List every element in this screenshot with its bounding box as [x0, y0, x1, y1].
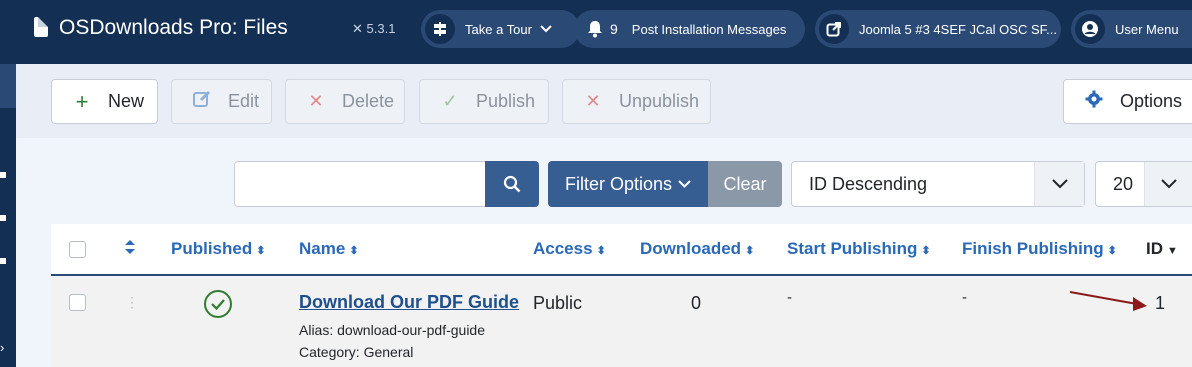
unpublish-label: Unpublish	[619, 91, 700, 111]
ordering-value: ID Descending	[809, 173, 928, 194]
toolbar: + New Edit ✕ Delete ✓ Publish ✕ Unpublis…	[16, 64, 1192, 138]
delete-label: Delete	[342, 91, 395, 111]
column-label: Finish Publishing	[962, 239, 1104, 258]
filter-options-button[interactable]: Filter Options	[548, 161, 708, 207]
sidebar-menu-icon[interactable]	[0, 258, 6, 264]
messages-count: 9	[610, 21, 618, 37]
item-category: Category: General	[299, 344, 414, 360]
sort-icon: ⬍	[921, 245, 931, 257]
search-icon	[503, 175, 521, 193]
user-icon	[1075, 14, 1105, 44]
take-a-tour-button[interactable]: Take a Tour	[421, 10, 580, 48]
options-button[interactable]: Options	[1063, 79, 1192, 124]
gear-icon	[1082, 90, 1106, 113]
item-name: Download Our PDF Guide	[299, 292, 519, 312]
column-label: Downloaded	[640, 239, 742, 258]
column-name[interactable]: Name ⬍	[299, 239, 359, 259]
sort-icon: ⬍	[596, 245, 606, 257]
check-icon: ✓	[442, 91, 458, 111]
post-installation-messages-button[interactable]: 9 Post Installation Messages	[574, 10, 805, 48]
bell-icon	[586, 14, 604, 44]
sort-desc-icon: ▼	[1167, 245, 1178, 257]
user-menu-button[interactable]: User Menu	[1071, 10, 1192, 48]
sort-icon: ⬍	[1107, 245, 1117, 257]
publish-button[interactable]: ✓ Publish	[419, 79, 549, 124]
sidebar-menu-icon[interactable]	[0, 215, 6, 221]
limit-select[interactable]: 20	[1095, 161, 1192, 207]
header: OSDownloads Pro: Files ✕ 5.3.1 Take a To…	[16, 0, 1192, 64]
clear-button[interactable]: Clear	[708, 161, 782, 207]
new-label: New	[108, 91, 145, 111]
check-circle-icon[interactable]	[203, 289, 233, 324]
item-access: Public	[533, 293, 583, 313]
item-finish-publishing: -	[962, 289, 967, 306]
table-header: Published ⬍ Name ⬍ Access ⬍ Downloaded ⬍ Sta…	[51, 224, 1192, 276]
version-label: ✕ 5.3.1	[352, 21, 395, 37]
table-row: ⋮ Download Our PDF Guide Alias: download…	[51, 277, 1192, 367]
chevron-down-icon	[678, 180, 691, 188]
user-menu-label: User Menu	[1115, 21, 1179, 37]
publish-label: Publish	[476, 91, 536, 111]
column-start-publishing[interactable]: Start Publishing ⬍	[787, 239, 931, 259]
joomla-icon: ✕	[352, 21, 363, 36]
external-link-icon	[819, 14, 849, 44]
column-label: Published	[171, 239, 253, 258]
ordering-select[interactable]: ID Descending	[791, 161, 1085, 207]
site-link-label: Joomla 5 #3 4SEF JCal OSC SF...	[859, 21, 1057, 37]
column-finish-publishing[interactable]: Finish Publishing ⬍	[962, 239, 1117, 259]
column-access[interactable]: Access ⬍	[533, 239, 606, 259]
search-input[interactable]	[234, 161, 486, 207]
times-icon: ✕	[308, 91, 324, 111]
sort-icon: ⬍	[256, 245, 266, 257]
options-label: Options	[1120, 91, 1183, 111]
version-number: 5.3.1	[366, 21, 396, 36]
search-button[interactable]	[485, 161, 539, 207]
column-published[interactable]: Published ⬍	[171, 239, 265, 259]
item-alias: Alias: download-our-pdf-guide	[299, 322, 485, 338]
column-downloaded[interactable]: Downloaded ⬍	[640, 239, 754, 259]
row-checkbox[interactable]	[69, 294, 86, 311]
select-all-checkbox[interactable]	[69, 241, 86, 258]
new-button[interactable]: + New	[51, 79, 158, 124]
chevron-down-icon	[540, 22, 552, 36]
site-link-button[interactable]: Joomla 5 #3 4SEF JCal OSC SF...	[815, 10, 1061, 48]
edit-button[interactable]: Edit	[171, 79, 272, 124]
chevron-down-icon	[1034, 162, 1084, 206]
take-a-tour-label: Take a Tour	[465, 21, 532, 37]
drag-handle-icon[interactable]: ⋮	[125, 294, 139, 311]
column-label: ID	[1146, 239, 1163, 258]
unpublish-button[interactable]: ✕ Unpublish	[562, 79, 711, 124]
limit-value: 20	[1113, 173, 1134, 194]
column-label: Name	[299, 239, 346, 258]
item-name-link[interactable]: Download Our PDF Guide	[299, 292, 519, 313]
item-start-publishing: -	[787, 289, 792, 306]
sort-icon: ⬍	[349, 245, 359, 257]
signpost-icon	[425, 14, 455, 44]
delete-button[interactable]: ✕ Delete	[285, 79, 405, 124]
arrow-annotation	[1069, 291, 1147, 311]
times-icon: ✕	[585, 91, 601, 111]
chevron-down-icon	[1144, 162, 1192, 206]
column-id[interactable]: ID ▼	[1146, 239, 1178, 259]
sidebar-menu-icon[interactable]	[0, 172, 6, 178]
sort-icon: ⬍	[745, 245, 755, 257]
item-id: 1	[1155, 293, 1166, 313]
page-title: OSDownloads Pro: Files	[59, 16, 288, 39]
messages-label: Post Installation Messages	[631, 21, 787, 37]
sidebar: ›	[0, 0, 16, 367]
item-downloaded: 0	[691, 293, 702, 313]
column-label: Start Publishing	[787, 239, 918, 258]
edit-icon	[190, 90, 214, 113]
plus-icon: +	[75, 88, 89, 114]
sidebar-active-item[interactable]	[0, 64, 16, 108]
file-icon	[34, 17, 48, 37]
column-label: Access	[533, 239, 593, 258]
ordering-sort-icon[interactable]	[125, 239, 135, 259]
sidebar-toggle-icon[interactable]: ›	[0, 340, 4, 355]
edit-label: Edit	[228, 91, 260, 111]
filter-options-label: Filter Options	[564, 173, 673, 194]
